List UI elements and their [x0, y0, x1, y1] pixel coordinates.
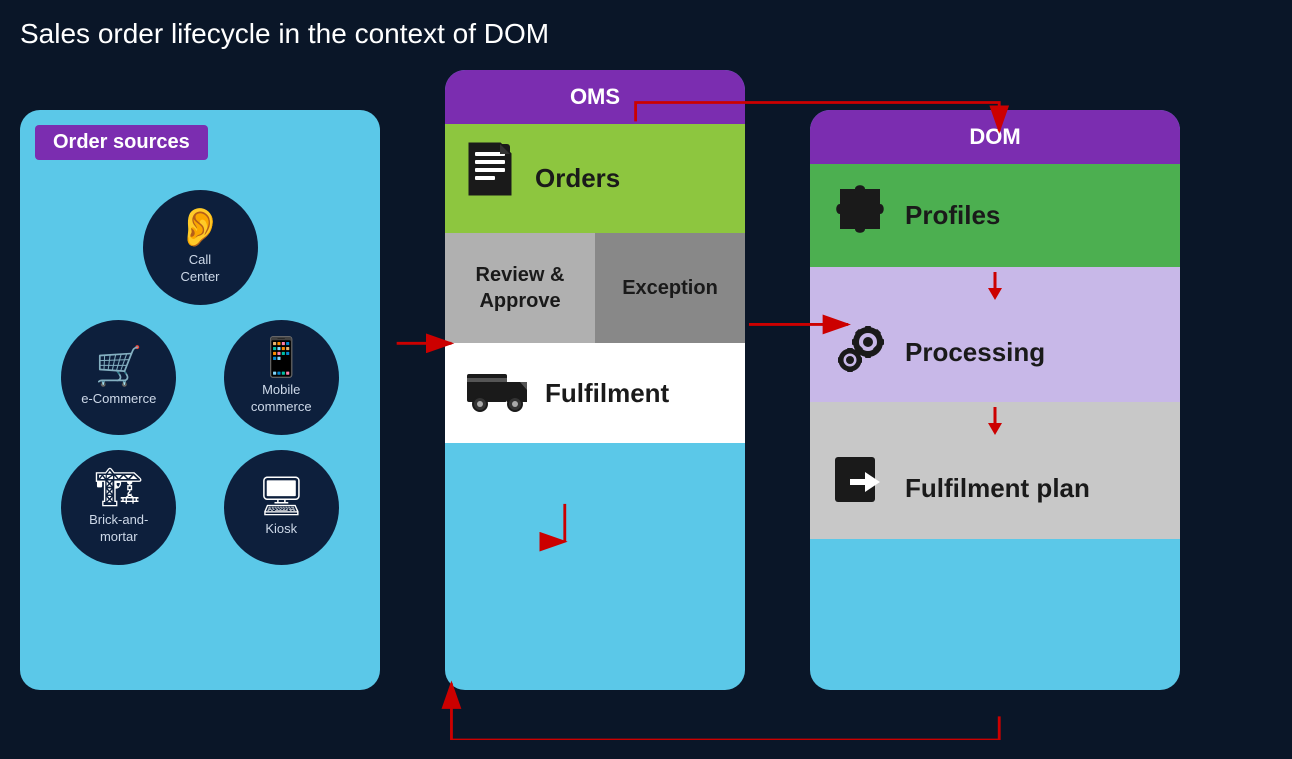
share-icon: [830, 452, 890, 524]
dom-panel: DOM Profiles: [810, 110, 1180, 690]
kiosk-icon-circle: 🖥 Kiosk: [224, 450, 339, 565]
dom-header: DOM: [810, 110, 1180, 164]
mobile-icon-circle: 📱 Mobilecommerce: [224, 320, 339, 435]
dom-profiles-label: Profiles: [905, 200, 1000, 231]
order-sources-label: Order sources: [35, 125, 208, 160]
gears-icon: [830, 320, 890, 385]
page-title: Sales order lifecycle in the context of …: [0, 0, 1292, 60]
brick-label: Brick-and-mortar: [89, 512, 148, 546]
diagram-container: Order sources 👂 CallCenter 🛒 e-Commerce …: [0, 60, 1292, 740]
oms-review-label: Review &Approve: [476, 262, 565, 314]
oms-header: OMS: [445, 70, 745, 124]
oms-fulfilment-section: Fulfilment: [445, 343, 745, 443]
oms-exception-label: Exception: [622, 277, 718, 300]
oms-middle-section: Review &Approve Exception: [445, 233, 745, 343]
call-center-label: CallCenter: [180, 252, 219, 286]
dom-processing-label: Processing: [905, 337, 1045, 368]
dom-fulfilment-plan-section: Fulfilment plan: [810, 437, 1180, 539]
truck-icon: [465, 364, 530, 422]
dom-profiles-section: Profiles: [810, 164, 1180, 267]
kiosk-icon: 🖥: [257, 478, 305, 516]
building-icon: 🏗: [95, 469, 143, 507]
mobile-icon: 📱: [258, 339, 305, 377]
dom-processing-section: Processing: [810, 302, 1180, 402]
oms-fulfilment-label: Fulfilment: [545, 378, 669, 409]
oms-orders-label: Orders: [535, 163, 620, 194]
call-center-icon-circle: 👂 CallCenter: [143, 190, 258, 305]
mobile-label: Mobilecommerce: [251, 382, 312, 416]
icons-grid: 👂 CallCenter 🛒 e-Commerce 📱 Mobilecommer…: [35, 180, 365, 575]
dom-fulfilment-plan-label: Fulfilment plan: [905, 473, 1090, 504]
kiosk-label: Kiosk: [265, 521, 297, 538]
oms-orders-section: Orders: [445, 124, 745, 233]
cart-icon: 🛒: [95, 348, 142, 386]
oms-review-section: Review &Approve: [445, 233, 595, 343]
ear-icon: 👂: [176, 209, 223, 247]
ecommerce-label: e-Commerce: [81, 391, 156, 408]
order-sources-panel: Order sources 👂 CallCenter 🛒 e-Commerce …: [20, 110, 380, 690]
brick-icon-circle: 🏗 Brick-and-mortar: [61, 450, 176, 565]
puzzle-icon: [830, 179, 890, 252]
oms-panel: OMS Orders Review &Approve Except: [445, 70, 745, 690]
oms-exception-section: Exception: [595, 233, 745, 343]
ecommerce-icon-circle: 🛒 e-Commerce: [61, 320, 176, 435]
orders-doc-icon: [465, 142, 520, 215]
